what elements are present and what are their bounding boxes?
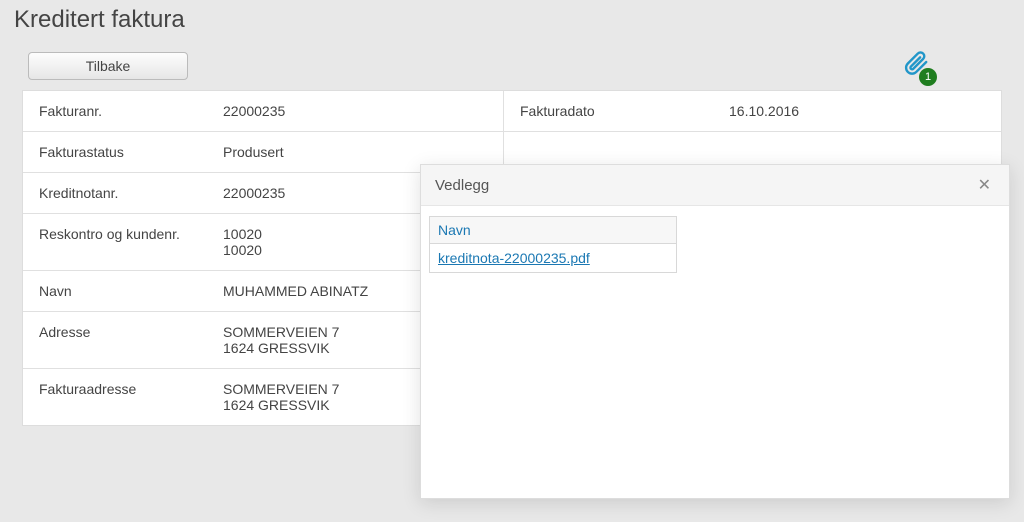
label-invoice-status: Fakturastatus (23, 132, 223, 172)
close-button[interactable]: ✕ (974, 175, 995, 195)
table-row: kreditnota-22000235.pdf (430, 244, 677, 273)
attachments-modal: Vedlegg ✕ Navn kreditnota-22000235.pdf (420, 164, 1010, 499)
paperclip-icon: 1 (903, 63, 929, 80)
attachments-table: Navn kreditnota-22000235.pdf (429, 216, 677, 273)
label-invoice-date: Fakturadato (503, 91, 713, 131)
attachments-button[interactable]: 1 (903, 50, 929, 81)
attachment-link[interactable]: kreditnota-22000235.pdf (438, 250, 590, 266)
label-creditnote-number: Kreditnotanr. (23, 173, 223, 213)
modal-body: Navn kreditnota-22000235.pdf (421, 206, 1009, 283)
modal-header: Vedlegg ✕ (421, 165, 1009, 206)
label-name: Navn (23, 271, 223, 311)
label-invoice-address: Fakturaadresse (23, 369, 223, 425)
label-ledger-customer: Reskontro og kundenr. (23, 214, 223, 270)
toolbar: Tilbake 1 (0, 34, 1024, 90)
column-header-name[interactable]: Navn (430, 217, 677, 244)
value-invoice-number: 22000235 (223, 91, 503, 131)
modal-title: Vedlegg (435, 177, 489, 194)
back-button[interactable]: Tilbake (28, 52, 188, 80)
table-row: Fakturanr. 22000235 Fakturadato 16.10.20… (23, 91, 1001, 132)
page-title: Kreditert faktura (0, 0, 1024, 34)
close-icon: ✕ (978, 177, 991, 194)
attachment-count-badge: 1 (919, 68, 937, 86)
value-invoice-date: 16.10.2016 (713, 91, 1001, 131)
label-address: Adresse (23, 312, 223, 368)
label-invoice-number: Fakturanr. (23, 91, 223, 131)
